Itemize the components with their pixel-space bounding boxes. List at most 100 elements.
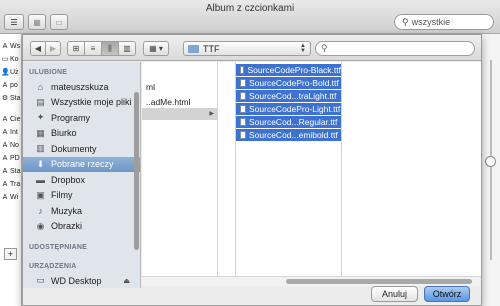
font-file-row[interactable]: SourceCodePro-Light.ttf (236, 103, 341, 115)
sidebar-item[interactable]: ⌂ mateuszskuza (23, 79, 140, 95)
font-collection-icon: A (2, 129, 8, 136)
computer-icon: ▭ (1, 56, 9, 63)
sidebar-item[interactable]: ▦ Biurko (23, 126, 140, 142)
arrange-icon: ▦ ▾ (149, 44, 163, 53)
sidebar-toggle-button[interactable]: ☰ (4, 14, 24, 30)
column-1-row[interactable]: ml (142, 81, 217, 93)
sidebar-item[interactable]: ▭ WD Desktop ⏏ (23, 273, 140, 288)
font-icon: A (2, 43, 8, 50)
forward-button[interactable]: ▶ (45, 41, 61, 56)
sidebar-item-label: Wszystkie moje pliki (51, 97, 132, 108)
list-view-icon: ≡ (90, 44, 96, 53)
icon-view-button[interactable]: ⊞ (67, 41, 85, 56)
sidebar-item[interactable]: ✦ Programy (23, 110, 140, 126)
column-row-label: ..adMe.html (146, 97, 191, 107)
column-row-label: ml (146, 82, 155, 92)
cancel-button[interactable]: Anuluj (371, 286, 418, 302)
font-file-icon (240, 66, 245, 74)
collection-item[interactable]: ▭ Ko (0, 53, 21, 66)
collection-item[interactable]: 👤 Uż (0, 66, 21, 79)
font-collection-icon: A (2, 194, 8, 201)
add-collection-button[interactable]: + (4, 248, 17, 260)
font-collection-icon: A (2, 181, 8, 188)
collection-item-label: Sta (10, 95, 21, 102)
sidebar-item[interactable]: ♪ Muzyka (23, 203, 140, 219)
grid-view-button[interactable]: ▦ (28, 14, 46, 30)
favorites-header: ULUBIONE (29, 69, 68, 76)
font-file-row[interactable]: SourceCod...Regular.ttf (236, 116, 341, 128)
disclosure-arrow-icon: ▶ (209, 111, 214, 117)
font-icon: A (2, 82, 8, 89)
search-value: wszystkie (411, 17, 451, 27)
collection-item[interactable]: A Cie (0, 113, 21, 126)
folder-icon: ▬ (36, 174, 45, 185)
collection-item[interactable]: Apo (0, 79, 21, 92)
cover-flow-icon: ▥ (123, 44, 131, 53)
sidebar-item[interactable]: ▤ Wszystkie moje pliki (23, 95, 140, 111)
size-slider-knob[interactable] (485, 156, 496, 167)
arrange-button[interactable]: ▦ ▾ (143, 41, 169, 56)
preview-button[interactable]: ▭ (50, 14, 68, 30)
search-icon: ⚲ (402, 16, 409, 27)
list-icon: ☰ (10, 17, 18, 27)
collection-item-label: No (10, 142, 19, 149)
font-file-row[interactable]: SourceCod...emibold.ttf (236, 129, 341, 141)
pictures-icon: ◉ (36, 220, 45, 231)
downloads-icon: ⬇ (36, 158, 45, 169)
font-file-row[interactable]: SourceCodePro-Bold.ttf (236, 77, 341, 89)
sidebar-item[interactable]: ▥ Dokumenty (23, 141, 140, 157)
font-file-row[interactable]: SourceCod...traLight.ttf (236, 90, 341, 102)
collection-item[interactable]: A No (0, 139, 21, 152)
music-icon: ♪ (38, 205, 43, 216)
font-file-icon (240, 92, 246, 100)
column-view-button[interactable]: ⫼ (101, 41, 119, 56)
font-file-row[interactable]: SourceCodePro-Black.ttf (236, 64, 341, 76)
font-file-icon (240, 118, 246, 126)
horizontal-scroll-thumb[interactable] (286, 279, 472, 284)
path-popup[interactable]: TTF ▲ ▼ (183, 41, 311, 56)
font-file-icon (240, 79, 246, 87)
collection-list: A Ws ▭ Ko 👤 Uż Apo ⚙ Sta A Cie A Int A No A PD A Sta A Tra A W… (0, 34, 22, 306)
column-browser: ml ..adMe.html ▶ SourceCodePro-Black.ttf So… (142, 62, 481, 276)
collection-item-label: Ko (10, 56, 19, 63)
list-view-button[interactable]: ≡ (84, 41, 102, 56)
sidebar-item[interactable]: ▣ Filmy (23, 188, 140, 204)
sidebar-scrollbar[interactable] (134, 92, 139, 250)
collection-item-label: Ws (10, 43, 21, 50)
cover-flow-button[interactable]: ▥ (118, 41, 136, 56)
collection-item[interactable]: A Ws (0, 40, 21, 53)
column-1-row[interactable]: ..adMe.html (142, 96, 217, 108)
disk-icon: ▭ (36, 275, 45, 286)
sidebar-item[interactable]: ⬇ Pobrane rzeczy (23, 156, 140, 172)
collection-item[interactable]: A Sta (0, 165, 21, 178)
all-files-icon: ▤ (36, 96, 45, 107)
documents-icon: ▥ (36, 143, 45, 154)
sidebar-item[interactable]: ▬ Dropbox (23, 172, 140, 188)
back-button[interactable]: ◀ (30, 41, 46, 56)
eject-icon[interactable]: ⏏ (123, 277, 130, 285)
open-button[interactable]: Otwórz (424, 286, 470, 302)
user-icon: 👤 (1, 69, 10, 76)
dialog-toolbar: ◀ ▶ ⊞ ≡ ⫼ ▥ ▦ ▾ TTF ▲ ▼ ⚲ (23, 35, 481, 61)
column-3: SourceCodePro-Black.ttf SourceCodePro-Bol… (236, 62, 342, 276)
collection-item[interactable]: A PD (0, 152, 21, 165)
dialog-search-input[interactable]: ⚲ (315, 41, 475, 56)
font-file-icon (240, 131, 246, 139)
collection-item[interactable]: A Int (0, 126, 21, 139)
horizontal-scrollbar[interactable] (142, 276, 481, 286)
icon-view-icon: ⊞ (72, 44, 80, 53)
column-1: ml ..adMe.html ▶ (142, 62, 218, 276)
collection-item-label: po (10, 82, 18, 89)
sidebar-item-label: Biurko (51, 128, 77, 139)
sidebar-item[interactable]: ◉ Obrazki (23, 219, 140, 235)
collection-item[interactable]: A Tra (0, 178, 21, 191)
column-1-row[interactable]: ▶ (142, 108, 217, 120)
collection-item-label: Wi (10, 194, 19, 201)
collection-item-label: Tra (10, 181, 21, 188)
collection-item-label: Int (10, 129, 18, 136)
collection-item[interactable]: ⚙ Sta (0, 92, 21, 105)
font-collection-icon: A (2, 142, 8, 149)
font-search-field[interactable]: ⚲ wszystkie (394, 14, 494, 30)
font-file-label: SourceCodePro-Light.ttf (249, 104, 341, 114)
collection-item[interactable]: A Wi (0, 191, 21, 204)
